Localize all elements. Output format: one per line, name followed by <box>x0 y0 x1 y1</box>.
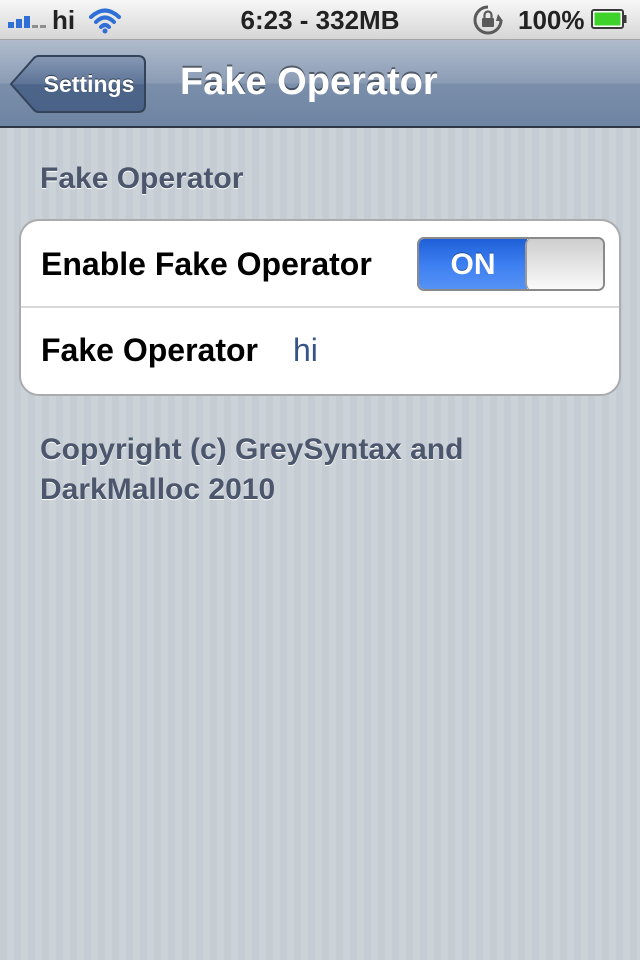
fake-operator-row[interactable]: Fake Operator hi <box>21 308 619 394</box>
copyright-footer: Copyright (c) GreySyntax and DarkMalloc … <box>40 430 600 510</box>
page-title: Fake Operator <box>180 61 438 103</box>
copyright-line-2: DarkMalloc 2010 <box>40 473 276 506</box>
back-button-label: Settings <box>43 71 135 97</box>
battery-icon <box>591 9 627 29</box>
orientation-lock-icon <box>473 5 503 35</box>
back-button[interactable]: Settings <box>10 55 146 113</box>
enable-fake-operator-label: Enable Fake Operator <box>41 246 372 282</box>
toggle-knob[interactable] <box>525 239 603 289</box>
toggle-on-label: ON <box>419 239 527 289</box>
fake-operator-label: Fake Operator <box>41 332 258 368</box>
status-bar: hi 6:23 - 332MB 100% <box>0 0 640 40</box>
settings-group: Enable Fake Operator ON Fake Operator hi <box>19 219 621 396</box>
enable-fake-operator-toggle[interactable]: ON <box>417 237 605 291</box>
section-header: Fake Operator <box>40 162 244 195</box>
fake-operator-value[interactable]: hi <box>293 332 318 369</box>
battery-percentage: 100% <box>518 5 585 35</box>
enable-fake-operator-row: Enable Fake Operator ON <box>21 221 619 308</box>
copyright-line-1: Copyright (c) GreySyntax and <box>40 433 464 466</box>
navigation-bar: Settings Fake Operator <box>0 40 640 128</box>
